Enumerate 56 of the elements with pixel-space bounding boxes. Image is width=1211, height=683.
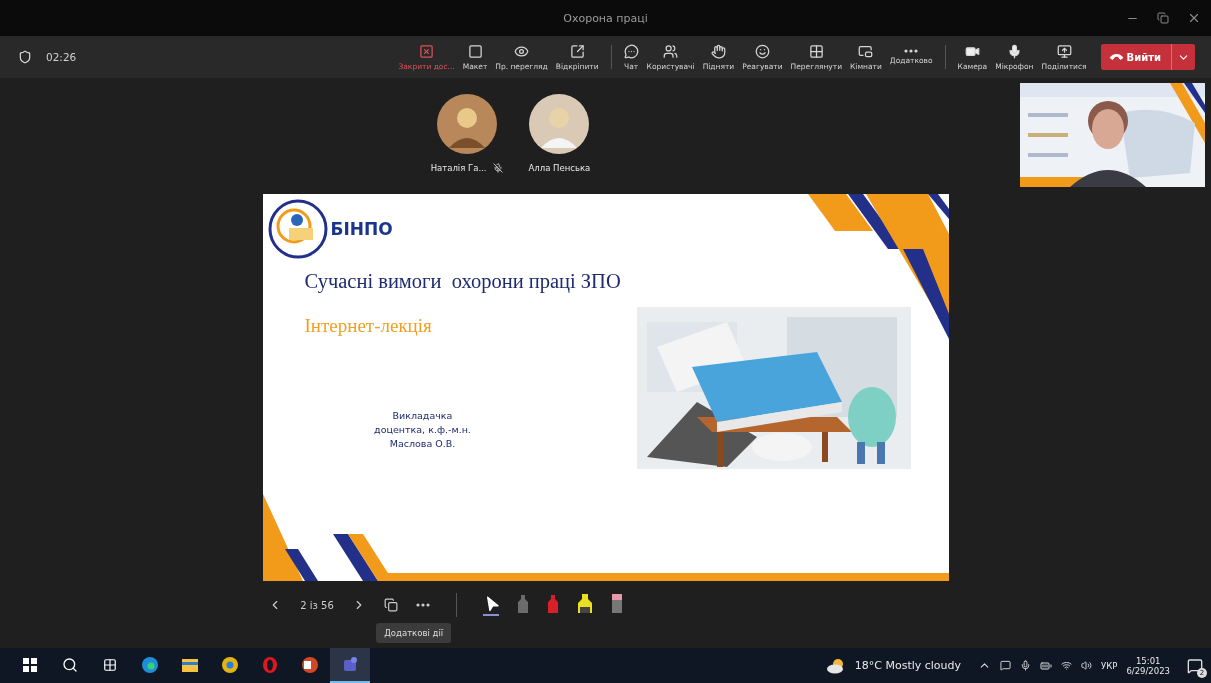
microphone-icon bbox=[1006, 43, 1022, 59]
ellipsis-icon bbox=[415, 603, 430, 607]
search-icon[interactable] bbox=[62, 656, 78, 673]
weather-text[interactable]: 18°C Mostly cloudy bbox=[854, 659, 962, 672]
author-line: Викладачка bbox=[392, 409, 453, 423]
clock[interactable]: 15:01 6/29/2023 bbox=[1126, 655, 1170, 676]
network-icon[interactable] bbox=[1061, 660, 1073, 671]
chat-app-icon[interactable] bbox=[341, 655, 359, 674]
participant-name: Наталія Га... bbox=[430, 163, 487, 173]
smiley-icon bbox=[754, 43, 770, 59]
slide-subtitle: Інтернет-лекція bbox=[304, 315, 433, 337]
meeting-timer: 02:26 bbox=[46, 51, 77, 63]
eye-icon bbox=[514, 43, 530, 59]
battery-icon[interactable] bbox=[1040, 659, 1053, 672]
logo-text: БІНПО bbox=[330, 219, 393, 239]
hand-icon bbox=[710, 43, 726, 59]
slide-counter: 2 із 56 bbox=[300, 599, 334, 611]
square-icon bbox=[467, 43, 483, 59]
grid-icon bbox=[808, 43, 824, 59]
logo-icon bbox=[266, 198, 329, 260]
chat-icon[interactable] bbox=[1000, 660, 1012, 671]
restore-icon[interactable] bbox=[1157, 12, 1169, 24]
notifications-icon[interactable] bbox=[1187, 657, 1203, 674]
avatar bbox=[436, 94, 497, 154]
annotation-tool-button[interactable] bbox=[482, 594, 499, 616]
presentation-app-icon[interactable] bbox=[301, 655, 319, 674]
browser-icon[interactable] bbox=[141, 655, 159, 674]
shield-icon bbox=[18, 50, 32, 64]
browser-icon[interactable] bbox=[221, 655, 239, 674]
weather-icon bbox=[825, 657, 846, 674]
tooltip: Додаткові дії bbox=[376, 623, 452, 643]
mic-icon[interactable] bbox=[1020, 660, 1032, 671]
windows-icon bbox=[23, 657, 37, 672]
author-line: Маслова О.В. bbox=[389, 437, 456, 451]
close-icon[interactable] bbox=[1187, 11, 1201, 25]
slide-title: Сучасні вимоги охорони праці ЗПО bbox=[304, 270, 621, 293]
folder-icon[interactable] bbox=[181, 656, 199, 673]
leave-options-button[interactable] bbox=[1171, 44, 1195, 70]
avatar bbox=[529, 94, 590, 154]
language-indicator[interactable]: УКР bbox=[1101, 660, 1118, 671]
share-screen-icon bbox=[1056, 43, 1072, 59]
participant-name: Алла Пенська bbox=[528, 163, 591, 173]
chat-bubble-icon bbox=[623, 43, 639, 59]
more-actions-button[interactable] bbox=[415, 603, 430, 607]
author-line: доцентка, к.ф.-м.н. bbox=[374, 423, 471, 437]
pop-out-icon bbox=[569, 43, 585, 59]
close-square-icon bbox=[419, 43, 435, 59]
picture-in-picture-icon bbox=[858, 43, 874, 59]
taskbar-app[interactable] bbox=[330, 648, 370, 683]
people-icon bbox=[663, 43, 679, 59]
thumbnails-button[interactable] bbox=[383, 598, 398, 612]
window-title: Охорона праці bbox=[563, 11, 648, 25]
task-view-icon[interactable] bbox=[103, 657, 117, 672]
copy-icon bbox=[383, 598, 398, 612]
volume-icon[interactable] bbox=[1081, 660, 1093, 671]
ellipsis-icon bbox=[904, 49, 919, 53]
